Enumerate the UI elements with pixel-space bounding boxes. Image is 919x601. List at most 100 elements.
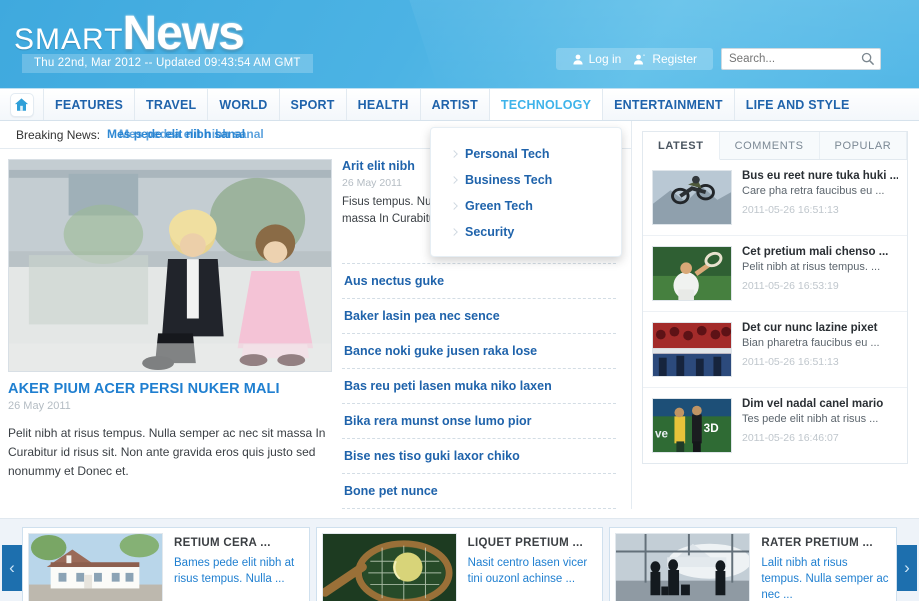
news-thumbnail	[652, 322, 732, 377]
carousel-next-button[interactable]: ›	[897, 545, 917, 591]
dropdown-label: Business Tech	[465, 173, 553, 187]
carousel-slide[interactable]: RATER PRETIUM ... Lalit nibh at risus te…	[609, 527, 898, 601]
carousel-slide[interactable]: LIQUET PRETIUM ... Nasit centro lasen vi…	[315, 527, 604, 601]
panel-tabs: LATEST COMMENTS POPULAR	[643, 132, 908, 160]
login-button[interactable]: Log in	[566, 51, 628, 67]
nav-item-artist[interactable]: ARTIST	[421, 89, 490, 120]
site-logo[interactable]: SMART News	[14, 7, 245, 60]
white-house-exterior-photo	[29, 534, 162, 601]
carousel-slide-image	[615, 533, 751, 601]
list-item[interactable]: Bas reu peti lasen muka niko laxen	[342, 368, 616, 403]
news-item-text: Bus eu reet nure tuka huki ... Care pha …	[732, 170, 898, 225]
tab-popular[interactable]: POPULAR	[820, 132, 908, 159]
home-icon	[14, 98, 29, 111]
right-sidebar: LATEST COMMENTS POPULAR Bus eu reet nure…	[632, 121, 918, 509]
tennis-racket-ball-photo	[322, 534, 456, 601]
breaking-news-label: Breaking News:	[16, 127, 101, 142]
list-item[interactable]: Bance noki guke jusen raka lose	[342, 333, 616, 368]
header-actions: Log in Register	[555, 48, 881, 70]
news-list-item[interactable]: Bus eu reet nure tuka huki ... Care pha …	[643, 160, 907, 236]
nav-home-button[interactable]	[0, 89, 44, 120]
news-item-title[interactable]: Dim vel nadal canel mario	[742, 398, 898, 410]
carousel-prev-button[interactable]: ‹	[2, 545, 22, 591]
list-item[interactable]: Aus nectus guke	[342, 263, 616, 298]
dropdown-item-green-tech[interactable]: Green Tech	[431, 193, 621, 219]
feature-article-date: 26 May 2011	[8, 400, 71, 412]
carousel-slide-title[interactable]: RETIUM CERA ...	[174, 537, 304, 549]
feature-article-image[interactable]	[8, 159, 332, 372]
svg-text:3D: 3D	[704, 422, 719, 435]
carousel-slide-desc: Lalit nibh at risus tempus. Nulla semper…	[761, 557, 889, 601]
main-navigation: FEATURES TRAVEL WORLD SPORT HEALTH ARTIS…	[0, 88, 919, 121]
nav-item-life-and-style[interactable]: LIFE AND STYLE	[735, 89, 861, 120]
logo-news-text: News	[122, 7, 244, 60]
nav-item-world[interactable]: WORLD	[208, 89, 280, 120]
dropdown-item-business-tech[interactable]: Business Tech	[431, 167, 621, 193]
search-input[interactable]	[721, 48, 881, 70]
svg-text:ve: ve	[655, 428, 669, 441]
carousel-track: RETIUM CERA ... Bames pede elit nibh at …	[0, 527, 919, 601]
news-list-item[interactable]: Det cur nunc lazine pixet Bian pharetra …	[643, 312, 907, 388]
list-item[interactable]: Bika rera munst onse lumo pior	[342, 403, 616, 438]
dropdown-item-security[interactable]: Security	[431, 219, 621, 245]
carousel-slide-text: RETIUM CERA ... Bames pede elit nibh at …	[163, 533, 304, 601]
news-item-time: 2011-05-26 16:51:13	[742, 204, 839, 216]
chevron-right-icon	[450, 202, 458, 210]
technology-dropdown-menu: Personal Tech Business Tech Green Tech S…	[430, 127, 622, 257]
nav-item-health[interactable]: HEALTH	[347, 89, 421, 120]
feature-article-body: Pelit nibh at risus tempus. Nulla semper…	[8, 426, 326, 478]
news-item-title[interactable]: Det cur nunc lazine pixet	[742, 322, 898, 334]
news-item-time: 2011-05-26 16:51:13	[742, 356, 839, 368]
nav-item-features[interactable]: FEATURES	[44, 89, 136, 120]
news-item-desc: Pelit nibh at risus tempus. ...	[742, 261, 881, 273]
news-item-title[interactable]: Cet pretium mali chenso ...	[742, 246, 898, 258]
carousel-slide-title[interactable]: RATER PRETIUM ...	[761, 537, 891, 549]
user-icon	[573, 54, 583, 64]
carousel-slide-title[interactable]: LIQUET PRETIUM ...	[468, 537, 598, 549]
user-plus-icon	[634, 54, 645, 64]
search-icon[interactable]	[861, 52, 875, 66]
news-item-time: 2011-05-26 16:46:07	[742, 432, 839, 444]
carousel-slide[interactable]: RETIUM CERA ... Bames pede elit nibh at …	[22, 527, 310, 601]
tab-latest[interactable]: LATEST	[643, 132, 720, 160]
carousel-slide-image	[321, 533, 457, 601]
header-sheen	[399, 0, 919, 88]
nav-item-technology[interactable]: TECHNOLOGY	[489, 89, 604, 120]
search-box[interactable]	[721, 48, 881, 70]
news-thumbnail	[652, 246, 732, 301]
news-list-item[interactable]: Cet pretium mali chenso ... Pelit nibh a…	[643, 236, 907, 312]
nav-item-travel[interactable]: TRAVEL	[135, 89, 209, 120]
carousel-slide-text: LIQUET PRETIUM ... Nasit centro lasen vi…	[457, 533, 598, 601]
tab-comments[interactable]: COMMENTS	[720, 132, 820, 159]
news-item-time: 2011-05-26 16:53:19	[742, 280, 839, 292]
dropdown-item-personal-tech[interactable]: Personal Tech	[431, 141, 621, 167]
list-item[interactable]: Bone pet nunce	[342, 473, 616, 509]
breaking-news-ticker[interactable]: Mes pedea elit nibh sanal Mes pede elit …	[107, 127, 347, 143]
nav-item-sport[interactable]: SPORT	[280, 89, 347, 120]
register-button[interactable]: Register	[627, 51, 703, 67]
feature-article: AKER PIUM ACER PERSI NUKER MALI 26 May 2…	[0, 159, 336, 509]
auth-buttons: Log in Register	[555, 48, 713, 70]
chevron-right-icon	[450, 150, 458, 158]
news-item-title[interactable]: Bus eu reet nure tuka huki ...	[742, 170, 898, 182]
dropdown-label: Security	[465, 225, 515, 239]
carousel-slide-image	[28, 533, 163, 601]
stadium-crowd-photo	[653, 323, 731, 376]
date-updated-bar: Thu 22nd, Mar 2012 -- Updated 09:43:54 A…	[22, 54, 313, 73]
carousel-slide-desc: Nasit centro lasen vicer tini ouzonl ach…	[467, 557, 588, 585]
news-item-desc: Bian pharetra faucibus eu ...	[742, 337, 880, 349]
nav-item-entertainment[interactable]: ENTERTAINMENT	[603, 89, 735, 120]
dropdown-label: Personal Tech	[465, 147, 550, 161]
logo-smart-text: SMART	[14, 23, 124, 56]
news-list-item[interactable]: 3D ve Dim vel nadal canel mario Tes pede…	[643, 388, 907, 463]
news-panel: LATEST COMMENTS POPULAR Bus eu reet nure…	[642, 131, 908, 464]
list-item[interactable]: Baker lasin pea nec sence	[342, 298, 616, 333]
chevron-right-icon	[450, 176, 458, 184]
feature-article-title[interactable]: AKER PIUM ACER PERSI NUKER MALI	[8, 381, 330, 397]
list-item[interactable]: Bise nes tiso guki laxor chiko	[342, 438, 616, 473]
news-item-text: Det cur nunc lazine pixet Bian pharetra …	[732, 322, 898, 377]
bottom-carousel: ‹ RETIUM CERA ... Bames pede elit nibh a…	[0, 518, 919, 601]
tennis-serve-photo	[653, 247, 731, 300]
ticker-text-current: Mes pede elit nibh sanal	[107, 126, 246, 141]
home-button-inner[interactable]	[9, 92, 34, 117]
